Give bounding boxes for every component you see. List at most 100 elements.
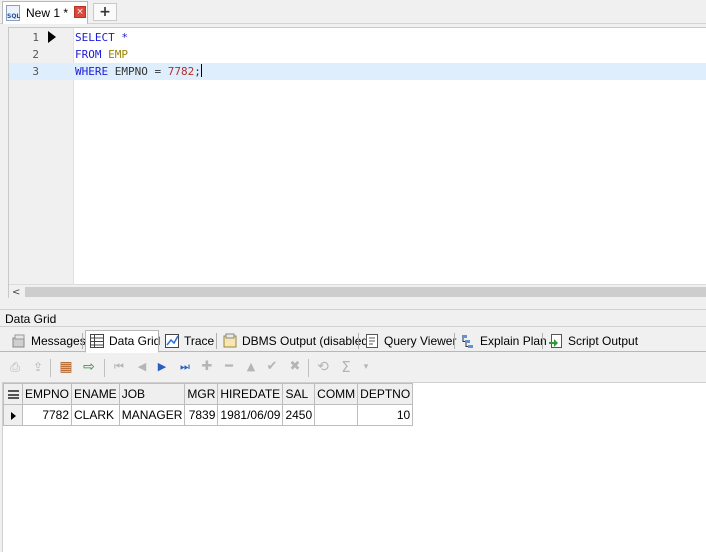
text-caret [200,64,202,77]
cancel-edit-icon[interactable]: ✖ [287,359,303,375]
editor-line[interactable]: 1 SELECT * [9,29,706,46]
tab-separator [454,333,455,349]
cell-sal[interactable]: 2450 [282,404,316,426]
tab-explain-plan[interactable]: Explain Plan [457,331,547,352]
trace-icon [164,333,180,349]
editor-line[interactable]: 2 FROM EMP [9,46,706,63]
dbms-output-icon [222,333,238,349]
tab-separator [358,333,359,349]
column-header-deptno[interactable]: DEPTNO [357,383,414,405]
close-tab-icon[interactable]: × [74,6,86,18]
next-record-icon[interactable]: ▶ [154,359,170,375]
code-token: SELECT [75,31,115,44]
cell-comm[interactable] [314,404,359,426]
tab-label: Explain Plan [480,334,547,348]
column-header-ename[interactable]: ENAME [71,383,120,405]
tab-query-viewer[interactable]: Query Viewer [361,331,457,352]
sql-file-icon: SQL [6,5,20,21]
grid-layout-icon[interactable]: ▦ [58,359,74,375]
document-tab-strip: SQL New 1 * × + [0,0,706,24]
cell-hiredate[interactable]: 1981/06/09 [217,404,284,426]
tab-data-grid[interactable]: Data Grid [85,330,161,353]
code-token: 7782 [161,65,195,78]
column-header-mgr[interactable]: MGR [184,383,219,405]
tab-separator [158,333,159,349]
code-token: * [114,31,128,44]
tab-label: DBMS Output (disabled) [242,334,373,348]
code-token: EMP [101,48,128,61]
messages-icon [11,333,27,349]
execution-pointer-icon [48,31,56,43]
grid-header-row: EMPNO ENAME JOB MGR HIREDATE SAL COMM DEPTNO [3,383,414,405]
cell-empno[interactable]: 7782 [21,404,73,426]
results-table: EMPNO ENAME JOB MGR HIREDATE SAL COMM DEPTNO 77… [3,383,414,426]
script-output-icon [548,333,564,349]
print-icon[interactable]: ⎙ [7,359,23,375]
insert-record-icon[interactable]: ✚ [199,359,215,375]
line-number: 3 [32,65,39,78]
document-tab-label: New 1 * [26,6,69,20]
grid-navigator-toolbar: ⎙ ⇪ ▦ ⇨ ⏮ ◀ ▶ ⏭ ✚ ━ ▲ ✔ ✖ ⟲ Σ ▾ [0,353,706,381]
refresh-icon[interactable]: ⟲ [315,359,331,375]
prior-record-icon[interactable]: ◀ [134,359,150,375]
table-row[interactable]: 7782 CLARK MANAGER 7839 1981/06/09 2450 10 [3,404,414,426]
code-token: WHERE [75,65,109,78]
line-number: 2 [32,48,39,61]
tab-separator [542,333,543,349]
editor-line[interactable]: 3 WHERE EMPNO = 7782; [9,63,706,80]
row-indicator-icon[interactable] [3,404,23,426]
post-edit-icon[interactable]: ✔ [264,359,280,375]
first-record-icon[interactable]: ⏮ [111,359,127,375]
tab-label: Script Output [568,334,639,348]
editor-results-splitter[interactable] [0,300,706,308]
tab-separator [82,333,83,349]
cell-ename[interactable]: CLARK [71,404,120,426]
results-panel-title: Data Grid [0,309,706,327]
document-tab[interactable]: SQL New 1 * × [2,1,88,24]
column-header-job[interactable]: JOB [118,383,186,405]
cell-job[interactable]: MANAGER [118,404,186,426]
edit-record-icon[interactable]: ▲ [243,359,259,375]
sum-dropdown-icon[interactable]: ▾ [358,359,374,375]
column-header-sal[interactable]: SAL [282,383,316,405]
column-header-empno[interactable]: EMPNO [21,383,73,405]
result-tabs: Messages Data Grid Trace DBMS Output (disab… [0,328,706,353]
data-grid[interactable]: EMPNO ENAME JOB MGR HIREDATE SAL COMM DEPTNO 77… [2,382,706,552]
explain-plan-icon [460,333,476,349]
tab-label: Query Viewer [384,334,457,348]
tab-dbms-output-disabled[interactable]: DBMS Output (disabled) [219,331,372,352]
line-number: 1 [32,31,39,44]
toolbar-separator [50,359,51,377]
tab-trace[interactable]: Trace [161,331,216,352]
new-tab-button[interactable]: + [93,3,117,21]
tab-separator [216,333,217,349]
column-header-hiredate[interactable]: HIREDATE [217,383,284,405]
scroll-left-icon[interactable]: < [12,287,20,298]
export-data-icon[interactable]: ⇨ [81,359,97,375]
code-text: WHERE EMPNO = 7782; [75,63,202,80]
toolbar-separator [308,359,309,377]
tab-script-output[interactable]: Script Output [545,331,639,352]
code-token: ; [194,65,201,78]
editor-horizontal-scrollbar[interactable]: < [9,284,706,298]
code-text: FROM EMP [75,46,128,63]
toolbar-separator [104,359,105,377]
tab-messages[interactable]: Messages [8,331,86,352]
delete-record-icon[interactable]: ━ [221,359,237,375]
code-token: FROM [75,48,102,61]
sum-icon[interactable]: Σ [338,359,354,375]
select-all-icon[interactable] [3,383,23,405]
export-icon[interactable]: ⇪ [30,359,46,375]
last-record-icon[interactable]: ⏭ [177,359,193,375]
panel-title-label: Data Grid [5,312,57,326]
data-grid-icon [89,333,105,349]
tab-label: Data Grid [109,334,161,348]
code-text: SELECT * [75,29,128,46]
scrollbar-thumb[interactable] [25,287,706,297]
cell-mgr[interactable]: 7839 [184,404,219,426]
query-viewer-icon [364,333,380,349]
cell-deptno[interactable]: 10 [357,404,414,426]
column-header-comm[interactable]: COMM [314,383,359,405]
sql-editor[interactable]: 1 SELECT * 2 FROM EMP 3 WHERE EMPNO = 7782; < [8,27,706,298]
tab-label: Messages [31,334,86,348]
